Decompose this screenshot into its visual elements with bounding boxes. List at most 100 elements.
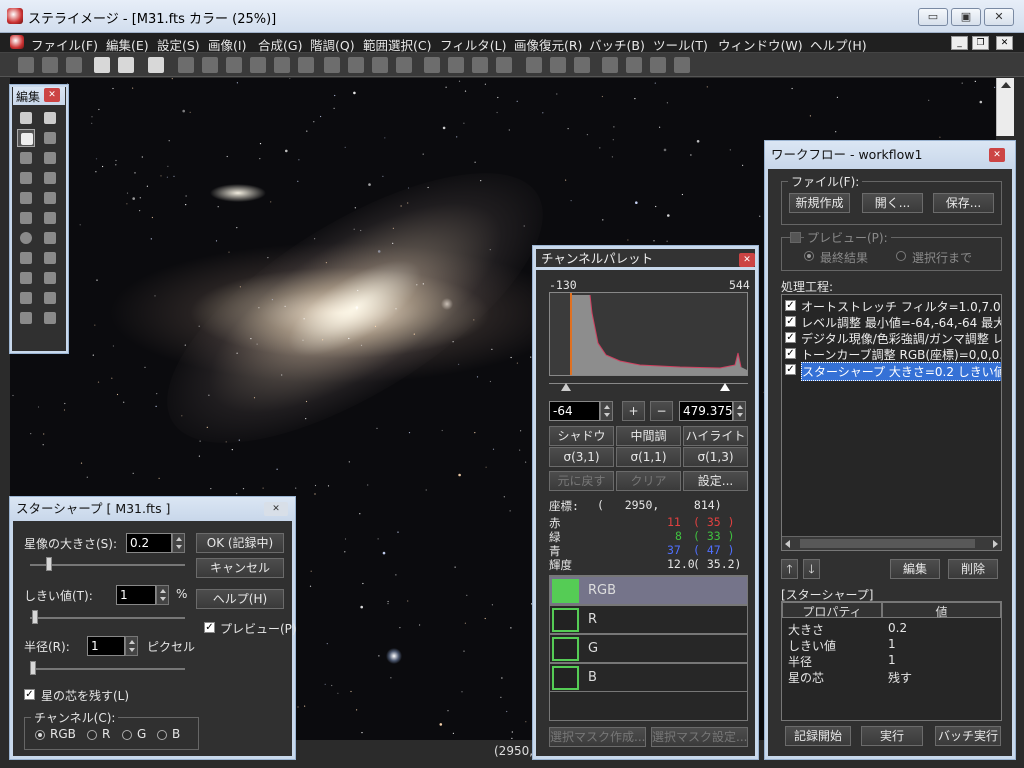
threshold-slider[interactable] <box>30 617 185 619</box>
menu-edit[interactable]: 編集(E) <box>106 35 149 54</box>
delete-step-button[interactable]: 削除 <box>948 559 998 579</box>
low-value-input[interactable]: -64 <box>549 401 600 421</box>
eyedropper-icon[interactable] <box>17 149 35 167</box>
edit-toolbox-close-button[interactable]: ✕ <box>44 88 60 102</box>
steps-hscrollbar[interactable] <box>782 536 1001 550</box>
hand-icon[interactable] <box>17 129 35 147</box>
channel-row-r[interactable]: R <box>549 605 748 634</box>
preview-group-checkbox[interactable] <box>790 232 801 243</box>
keep-core-checkbox[interactable]: ✓ <box>24 689 35 700</box>
sigma-1-1-button[interactable]: σ(1,1) <box>616 447 681 467</box>
pencil-icon[interactable] <box>41 169 59 187</box>
tool-save-icon[interactable] <box>66 57 82 73</box>
final-radio[interactable] <box>804 251 814 261</box>
mdi-minimize-button[interactable]: _ <box>951 36 968 50</box>
plus-button[interactable]: + <box>622 401 645 421</box>
undo-button[interactable]: 元に戻す <box>549 471 614 491</box>
sigma-3-1-button[interactable]: σ(3,1) <box>549 447 614 467</box>
run-button[interactable]: 実行 <box>861 726 923 746</box>
highlight-button[interactable]: ハイライト <box>683 426 748 446</box>
step-checkbox[interactable]: ✓ <box>785 300 796 311</box>
tool-balance-icon[interactable] <box>298 57 314 73</box>
radio-g[interactable] <box>122 730 132 740</box>
tool-open-icon[interactable] <box>42 57 58 73</box>
tool-filter-icon[interactable] <box>424 57 440 73</box>
tool-color-icon[interactable] <box>274 57 290 73</box>
tool-histogram-icon[interactable] <box>118 57 134 73</box>
ok-button[interactable]: OK (記録中) <box>196 533 284 553</box>
mdi-restore-button[interactable]: ❐ <box>972 36 989 50</box>
fill-icon[interactable] <box>41 269 59 287</box>
minus-button[interactable]: − <box>650 401 673 421</box>
spray-icon[interactable] <box>41 249 59 267</box>
steps-scroll-thumb[interactable] <box>800 539 975 548</box>
zoom-icon[interactable] <box>41 129 59 147</box>
starsharp-close-button[interactable]: ✕ <box>264 502 288 516</box>
clear-button[interactable]: クリア <box>616 471 681 491</box>
midtone-button[interactable]: 中間調 <box>616 426 681 446</box>
star-mark-icon[interactable] <box>41 289 59 307</box>
settings-button[interactable]: 設定... <box>683 471 748 491</box>
radius-slider[interactable] <box>30 668 185 670</box>
menu-window[interactable]: ウィンドウ(W) <box>718 35 803 54</box>
low-value-spinner[interactable] <box>600 401 613 421</box>
move-down-button[interactable]: 🡓 <box>803 559 820 579</box>
menu-file[interactable]: ファイル(F) <box>31 35 98 54</box>
text-a2-icon[interactable] <box>41 309 59 327</box>
menu-batch[interactable]: バッチ(B) <box>589 35 645 54</box>
maximize-button[interactable]: ▣ <box>951 8 981 26</box>
channel-row-rgb[interactable]: RGB <box>549 576 748 605</box>
radius-spinner[interactable] <box>125 636 138 656</box>
radius-input[interactable]: 1 <box>87 636 125 656</box>
tool-mask-icon[interactable] <box>650 57 666 73</box>
tool-rotate-icon[interactable] <box>324 57 340 73</box>
text-icon[interactable] <box>17 209 35 227</box>
step-checkbox[interactable]: ✓ <box>785 316 796 327</box>
smudge-icon[interactable] <box>17 249 35 267</box>
menu-filter[interactable]: フィルタ(L) <box>440 35 506 54</box>
brush-icon[interactable] <box>41 149 59 167</box>
step-checkbox[interactable]: ✓ <box>785 364 796 375</box>
tool-measure-icon[interactable] <box>574 57 590 73</box>
radio-rgb[interactable] <box>35 730 45 740</box>
rectangle-icon[interactable] <box>41 229 59 247</box>
help-button[interactable]: ヘルプ(H) <box>196 589 284 609</box>
menu-tools[interactable]: ツール(T) <box>653 35 708 54</box>
graph-icon[interactable] <box>17 289 35 307</box>
scroll-up-icon[interactable] <box>1001 82 1011 88</box>
menu-settings[interactable]: 設定(S) <box>157 35 200 54</box>
step-checkbox[interactable]: ✓ <box>785 348 796 359</box>
stamp-icon[interactable] <box>41 189 59 207</box>
menu-image[interactable]: 画像(I) <box>208 35 246 54</box>
radio-r[interactable] <box>87 730 97 740</box>
high-value-spinner[interactable] <box>733 401 746 421</box>
tool-noise-icon[interactable] <box>472 57 488 73</box>
radius-slider-thumb[interactable] <box>30 661 36 675</box>
menu-help[interactable]: ヘルプ(H) <box>810 35 867 54</box>
tool-align-icon[interactable] <box>372 57 388 73</box>
high-marker[interactable] <box>720 383 730 391</box>
threshold-input[interactable]: 1 <box>116 585 156 605</box>
scroll-right-icon[interactable] <box>993 540 998 548</box>
scroll-left-icon[interactable] <box>785 540 790 548</box>
tool-script-icon[interactable] <box>626 57 642 73</box>
tool-compare-icon[interactable] <box>550 57 566 73</box>
tool-stretch-icon[interactable] <box>226 57 242 73</box>
until-selected-radio[interactable] <box>896 251 906 261</box>
tool-curve-icon[interactable] <box>202 57 218 73</box>
threshold-slider-thumb[interactable] <box>32 610 38 624</box>
menu-restore[interactable]: 画像復元(R) <box>514 35 582 54</box>
move-up-button[interactable]: 🡑 <box>781 559 798 579</box>
channel-row-b[interactable]: B <box>549 663 748 692</box>
channel-row-g[interactable]: G <box>549 634 748 663</box>
new-button[interactable]: 新規作成 <box>789 193 850 213</box>
low-marker[interactable] <box>561 383 571 391</box>
tool-star-icon[interactable] <box>396 57 412 73</box>
line-icon[interactable] <box>41 209 59 227</box>
radio-b[interactable] <box>157 730 167 740</box>
size-spinner[interactable] <box>172 533 185 553</box>
tool-grid-icon[interactable] <box>348 57 364 73</box>
tool-target-icon[interactable] <box>674 57 690 73</box>
cancel-button[interactable]: キャンセル <box>196 558 284 578</box>
preview-checkbox[interactable]: ✓ <box>204 622 215 633</box>
